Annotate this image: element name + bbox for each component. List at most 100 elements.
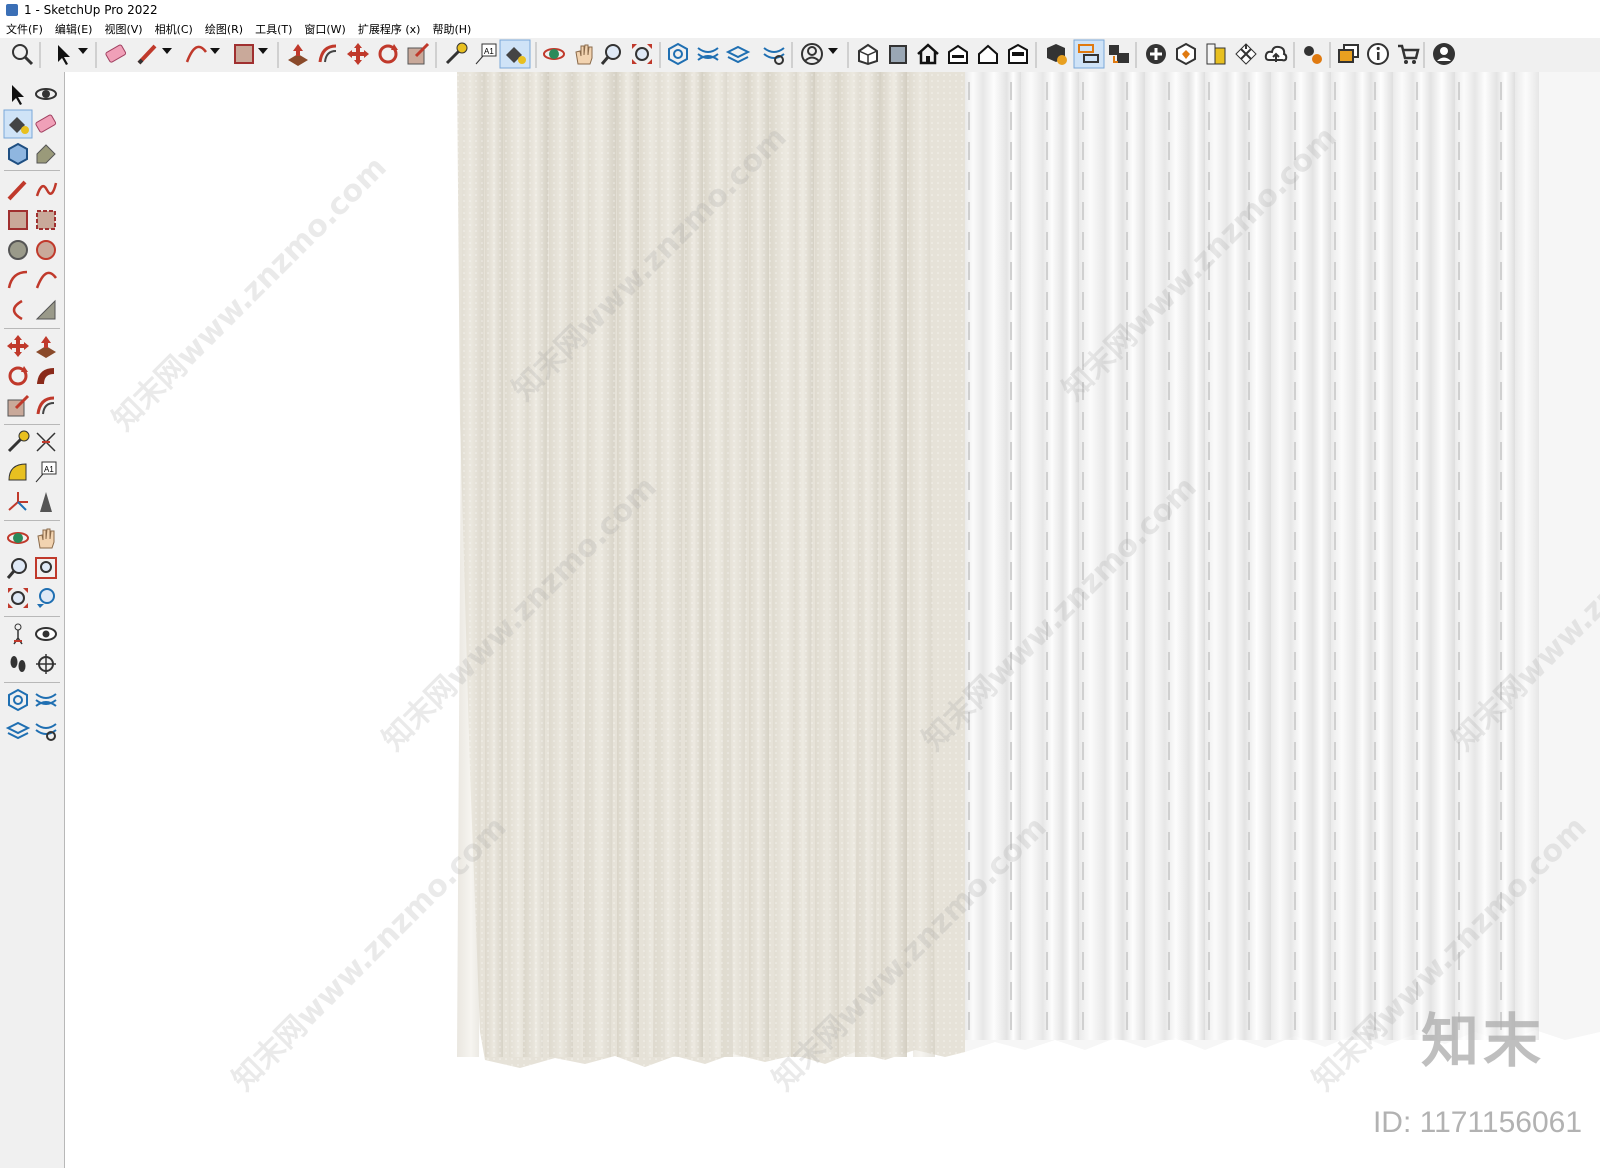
- paint-bucket-icon[interactable]: [3, 109, 33, 139]
- dropdown-arrow-icon[interactable]: [828, 48, 838, 54]
- orbit-icon[interactable]: [543, 48, 565, 60]
- position-camera-icon[interactable]: [13, 623, 23, 645]
- pie-icon[interactable]: [35, 271, 58, 289]
- sandbox-icon[interactable]: [668, 42, 688, 66]
- back-view-icon[interactable]: [978, 44, 998, 64]
- look-around-icon[interactable]: [35, 627, 57, 641]
- section-plane-icon[interactable]: [36, 654, 56, 674]
- offset-icon[interactable]: [318, 44, 337, 63]
- zoom-icon[interactable]: [600, 44, 621, 65]
- entity-info-icon[interactable]: [1047, 44, 1067, 65]
- scenes-icon[interactable]: [1109, 45, 1129, 63]
- menu-draw[interactable]: 绘图(R): [199, 21, 249, 37]
- layers-icon[interactable]: [1338, 44, 1359, 63]
- menu-file[interactable]: 文件(F): [0, 21, 49, 37]
- text-icon[interactable]: A1: [35, 461, 57, 483]
- menu-camera[interactable]: 相机(C): [149, 21, 199, 37]
- sandbox-stamp-icon[interactable]: [5, 721, 31, 740]
- 3d-text-icon[interactable]: [40, 492, 52, 512]
- arc-icon[interactable]: [7, 270, 28, 289]
- text-icon[interactable]: A1: [475, 43, 497, 65]
- push-pull-icon[interactable]: [36, 336, 56, 358]
- sandbox-smoove-icon[interactable]: [697, 47, 719, 61]
- eraser-icon[interactable]: [35, 114, 57, 133]
- zoom-extents-icon[interactable]: [8, 588, 28, 608]
- move-icon[interactable]: [7, 335, 29, 357]
- image-id-label: ID: 1171156061: [1372, 1106, 1582, 1139]
- move-icon[interactable]: [347, 43, 369, 65]
- materials-icon[interactable]: [1206, 43, 1226, 65]
- axes-icon[interactable]: [8, 492, 28, 511]
- orbit-icon[interactable]: [35, 88, 57, 100]
- sandbox-stamp-icon[interactable]: [725, 45, 751, 64]
- iso-view-icon[interactable]: [858, 43, 878, 66]
- sandbox-settings-icon[interactable]: [763, 47, 785, 65]
- sandbox-smoove-icon[interactable]: [35, 693, 57, 707]
- dropdown-arrow-icon[interactable]: [258, 48, 268, 54]
- previous-view-icon[interactable]: [37, 588, 55, 608]
- zoom-window-icon[interactable]: [12, 44, 34, 66]
- rotate-icon[interactable]: [378, 44, 398, 64]
- pan-icon[interactable]: [37, 528, 55, 549]
- zoom-extents-icon[interactable]: [632, 44, 652, 64]
- cart-icon[interactable]: [1398, 44, 1420, 64]
- pan-icon[interactable]: [575, 44, 593, 65]
- push-pull-icon[interactable]: [288, 44, 308, 66]
- offset-icon[interactable]: [36, 396, 55, 415]
- pencil-line-icon[interactable]: [137, 44, 157, 65]
- dropdown-arrow-icon[interactable]: [78, 48, 88, 54]
- menu-edit[interactable]: 编辑(E): [49, 21, 99, 37]
- select-icon[interactable]: [12, 85, 24, 105]
- paint-bucket-icon[interactable]: [499, 39, 531, 69]
- protractor-icon[interactable]: [8, 463, 27, 481]
- zoom-icon[interactable]: [6, 558, 27, 579]
- zoom-window-icon[interactable]: [35, 557, 57, 579]
- make-component-icon[interactable]: [8, 142, 28, 166]
- model-viewport[interactable]: 知末网www.znzmo.com 知末网www.znzmo.com 知末网www…: [65, 72, 1600, 1168]
- tape-measure-icon[interactable]: [7, 430, 30, 453]
- home-view-icon[interactable]: [917, 43, 939, 65]
- cloud-icon[interactable]: [1264, 45, 1288, 62]
- polygon-icon[interactable]: [36, 240, 56, 260]
- scale-icon[interactable]: [7, 394, 30, 417]
- styles-icon[interactable]: [1235, 43, 1257, 65]
- three-point-arc-icon[interactable]: [35, 299, 56, 320]
- front-view-icon[interactable]: [889, 45, 907, 64]
- rectangle-icon[interactable]: [8, 210, 28, 230]
- rotated-rectangle-icon[interactable]: [36, 210, 56, 230]
- left-view-icon[interactable]: [1008, 43, 1028, 64]
- info-icon[interactable]: [1367, 43, 1389, 65]
- extensions-icon[interactable]: [1304, 46, 1322, 64]
- sandbox-icon[interactable]: [8, 688, 28, 712]
- dropdown-arrow-icon[interactable]: [162, 48, 172, 54]
- menu-view[interactable]: 视图(V): [98, 21, 148, 37]
- sandbox-settings-icon[interactable]: [35, 723, 57, 741]
- select-icon[interactable]: [58, 45, 70, 65]
- outliner-icon[interactable]: [1073, 39, 1105, 69]
- two-point-arc-icon[interactable]: [12, 299, 23, 321]
- circle-icon[interactable]: [8, 240, 28, 260]
- tag-icon[interactable]: [36, 144, 56, 164]
- arc-icon[interactable]: [185, 45, 208, 63]
- walk-icon[interactable]: [10, 656, 26, 672]
- rotate-icon[interactable]: [8, 366, 28, 386]
- scale-icon[interactable]: [407, 42, 430, 65]
- warehouse-icon[interactable]: [1176, 42, 1196, 66]
- dropdown-arrow-icon[interactable]: [210, 48, 220, 54]
- orbit-icon[interactable]: [7, 532, 29, 544]
- right-view-icon[interactable]: [948, 44, 968, 64]
- user-icon[interactable]: [1433, 43, 1455, 65]
- account-icon[interactable]: [801, 43, 823, 65]
- rectangle-icon[interactable]: [234, 44, 254, 64]
- follow-me-icon[interactable]: [37, 368, 54, 384]
- add-location-icon[interactable]: [1146, 44, 1166, 64]
- eraser-icon[interactable]: [105, 44, 127, 63]
- pencil-line-icon[interactable]: [7, 180, 27, 201]
- menu-help[interactable]: 帮助(H): [426, 21, 477, 37]
- dimension-icon[interactable]: [36, 432, 56, 452]
- menu-tools[interactable]: 工具(T): [249, 21, 298, 37]
- freehand-icon[interactable]: [35, 182, 58, 197]
- menu-window[interactable]: 窗口(W): [298, 21, 351, 37]
- menu-extensions[interactable]: 扩展程序 (x): [352, 21, 427, 37]
- tape-measure-icon[interactable]: [445, 42, 468, 65]
